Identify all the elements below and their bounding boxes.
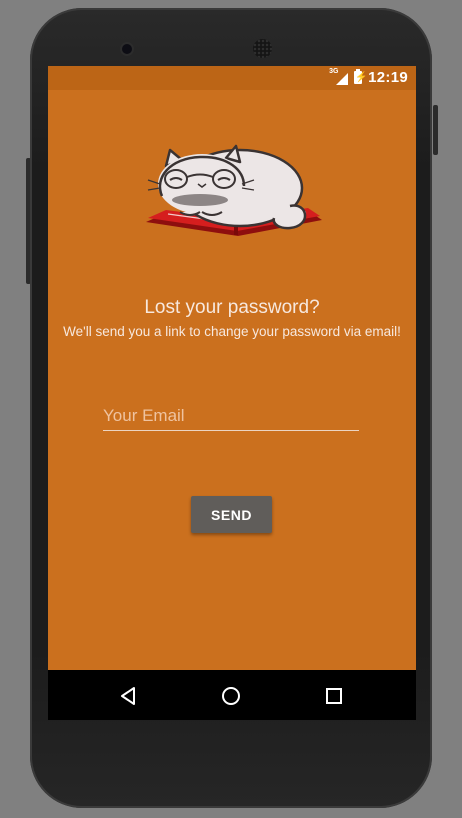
- navigation-bar: [48, 670, 416, 720]
- recent-apps-square-icon[interactable]: [323, 685, 345, 707]
- status-time: 12:19: [368, 69, 408, 86]
- page-subtitle: We'll send you a link to change your pas…: [63, 324, 401, 339]
- home-circle-icon[interactable]: [220, 685, 242, 707]
- email-input[interactable]: [103, 402, 359, 431]
- proximity-sensor: [358, 46, 364, 52]
- power-button: [433, 105, 438, 155]
- signal-icon: 3G: [329, 68, 349, 85]
- send-button[interactable]: SEND: [191, 496, 272, 533]
- light-sensor: [370, 46, 376, 52]
- cat-logo-icon: [146, 144, 322, 236]
- page-title: Lost your password?: [144, 297, 320, 318]
- app-screen: 3G ⚡ 12:19 Lost your password? We'll sen…: [48, 66, 416, 720]
- status-bar: 3G ⚡ 12:19: [48, 66, 416, 90]
- back-triangle-icon[interactable]: [118, 685, 140, 707]
- battery-charging-icon: ⚡: [354, 69, 368, 84]
- front-camera: [122, 44, 132, 54]
- earpiece-speaker: [253, 39, 272, 58]
